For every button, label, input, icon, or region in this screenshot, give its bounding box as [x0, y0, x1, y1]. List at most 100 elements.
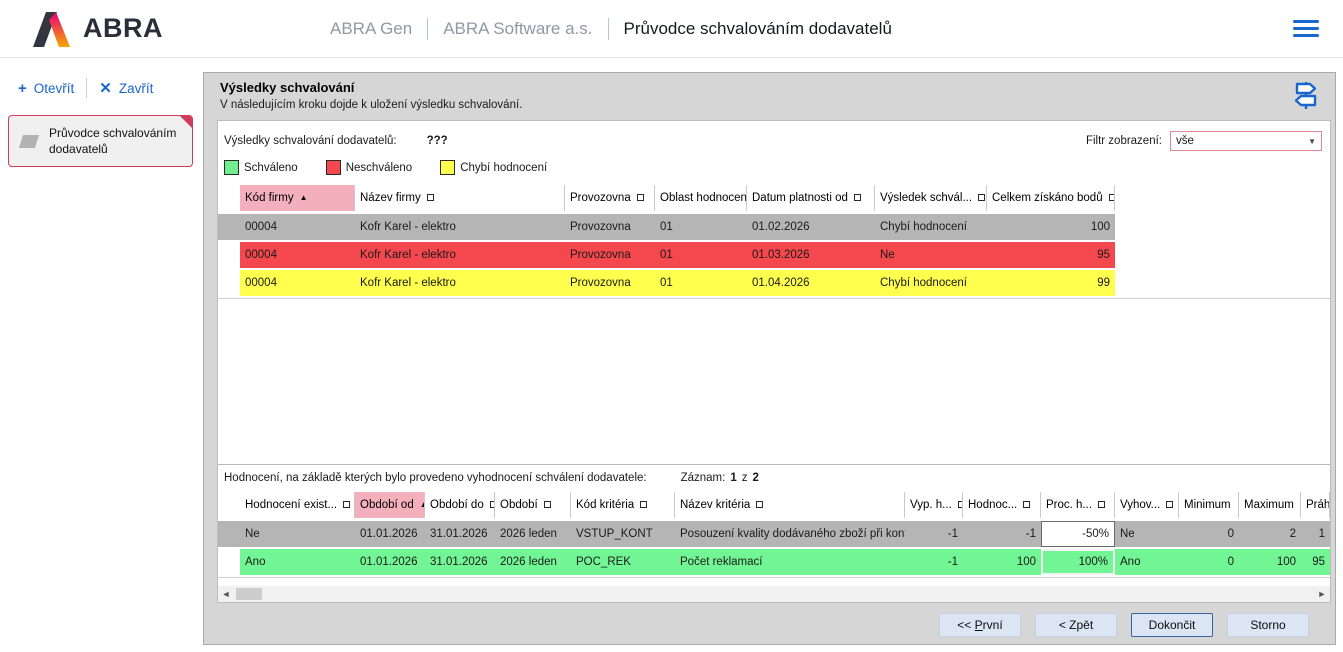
table-cell[interactable]: VSTUP_KONT — [571, 521, 675, 547]
table-cell[interactable]: 01 — [655, 242, 747, 268]
column-header[interactable]: Kód firmy▲ — [240, 185, 355, 211]
cancel-button[interactable]: Storno — [1227, 613, 1309, 637]
table-cell[interactable]: Kofr Karel - elektro — [355, 270, 565, 296]
scroll-right-icon[interactable]: ► — [1314, 586, 1330, 602]
step-content: Výsledky schvalování dodavatelů: ??? Fil… — [217, 120, 1331, 603]
table-cell[interactable]: -1 — [963, 521, 1041, 547]
table-row[interactable]: Ne01.01.202631.01.20262026 ledenVSTUP_KO… — [218, 521, 1330, 549]
table-cell[interactable]: 0 — [1179, 521, 1239, 547]
row-gutter-cell[interactable] — [218, 549, 240, 575]
table-cell[interactable]: -1 — [905, 549, 963, 575]
results-label: Výsledky schvalování dodavatelů: — [224, 135, 397, 147]
column-filter-box-icon — [854, 194, 861, 201]
table-cell[interactable]: 31.01.2026 — [425, 521, 495, 547]
table-cell[interactable]: 0 — [1179, 549, 1239, 575]
row-gutter-cell[interactable] — [218, 521, 240, 547]
table-cell[interactable]: 100 — [987, 214, 1115, 240]
table-row[interactable]: 00004Kofr Karel - elektroProvozovna0101.… — [218, 270, 1330, 298]
table-cell[interactable]: 2026 leden — [495, 521, 571, 547]
column-filter-box-icon — [640, 501, 647, 508]
table-cell[interactable]: Počet reklamací — [675, 549, 905, 575]
table-cell[interactable]: 100 — [1239, 549, 1301, 575]
table-cell[interactable]: Ano — [1115, 549, 1179, 575]
column-header[interactable]: Kód kritéria — [571, 492, 675, 518]
table-cell[interactable]: 2026 leden — [495, 549, 571, 575]
column-header[interactable]: Období do — [425, 492, 495, 518]
column-header[interactable]: Období — [495, 492, 571, 518]
scrollbar-thumb[interactable] — [236, 588, 262, 600]
row-gutter-cell[interactable] — [218, 242, 240, 268]
signpost-icon[interactable] — [1289, 79, 1321, 116]
table-cell[interactable]: -50% — [1041, 521, 1115, 547]
column-header[interactable]: Datum platnosti od — [747, 185, 875, 211]
table-cell[interactable]: 01.01.2026 — [355, 521, 425, 547]
table-cell[interactable]: 00004 — [240, 214, 355, 240]
column-header[interactable]: Oblast hodnocení — [655, 185, 747, 211]
table-cell[interactable]: 01 — [655, 270, 747, 296]
row-gutter-cell[interactable] — [218, 270, 240, 296]
table-cell[interactable]: 99 — [987, 270, 1115, 296]
table-cell[interactable]: 01 — [655, 214, 747, 240]
column-header[interactable]: Provozovna — [565, 185, 655, 211]
table-cell[interactable]: 95 — [1301, 549, 1330, 575]
table-cell[interactable]: -1 — [905, 521, 963, 547]
table-cell[interactable]: 01.02.2026 — [747, 214, 875, 240]
table-cell[interactable]: 01.03.2026 — [747, 242, 875, 268]
sidebar-item-wizard[interactable]: Průvodce schvalováním dodavatelů — [8, 115, 193, 167]
column-header[interactable]: Vyp. h... — [905, 492, 963, 518]
column-header[interactable]: Minimum — [1179, 492, 1239, 518]
menu-hamburger-icon[interactable] — [1293, 16, 1319, 41]
legend-color-swatch — [326, 160, 341, 175]
table-cell[interactable]: Ne — [240, 521, 355, 547]
close-label: Zavřít — [119, 81, 154, 96]
table-row[interactable]: 00004Kofr Karel - elektroProvozovna0101.… — [218, 214, 1330, 242]
column-header[interactable]: Vyhov... — [1115, 492, 1179, 518]
column-header[interactable]: Název firmy — [355, 185, 565, 211]
finish-button[interactable]: Dokončit — [1131, 613, 1213, 637]
column-header[interactable]: Proc. h... — [1041, 492, 1115, 518]
column-header[interactable]: Název kritéria — [675, 492, 905, 518]
table-cell[interactable]: Chybí hodnocení — [875, 270, 987, 296]
table-cell[interactable]: Kofr Karel - elektro — [355, 214, 565, 240]
row-gutter-cell[interactable] — [218, 214, 240, 240]
first-button[interactable]: << První — [939, 613, 1021, 637]
open-button[interactable]: + Otevřít — [18, 80, 74, 97]
table-cell[interactable]: Provozovna — [565, 214, 655, 240]
plus-icon: + — [18, 80, 27, 97]
table-cell[interactable]: 01.01.2026 — [355, 549, 425, 575]
back-button[interactable]: < Zpět — [1035, 613, 1117, 637]
table-cell[interactable]: Provozovna — [565, 242, 655, 268]
table-cell[interactable]: Provozovna — [565, 270, 655, 296]
table-row[interactable]: Ano01.01.202631.01.20262026 ledenPOC_REK… — [218, 549, 1330, 577]
horizontal-scrollbar[interactable]: ◄ ► — [218, 586, 1330, 602]
table-cell[interactable]: 1 — [1301, 521, 1330, 547]
scroll-left-icon[interactable]: ◄ — [218, 586, 234, 602]
table-row[interactable]: 00004Kofr Karel - elektroProvozovna0101.… — [218, 242, 1330, 270]
table-cell[interactable]: Ano — [240, 549, 355, 575]
column-header[interactable]: Období od▲ — [355, 492, 425, 518]
table-cell[interactable]: 00004 — [240, 242, 355, 268]
column-header[interactable]: Celkem získáno bodů — [987, 185, 1115, 211]
table-cell[interactable]: Posouzení kvality dodávaného zboží při k… — [675, 521, 905, 547]
filter-dropdown[interactable]: vše ▼ — [1170, 131, 1322, 151]
column-header[interactable]: Výsledek schvál... — [875, 185, 987, 211]
table-cell[interactable]: Chybí hodnocení — [875, 214, 987, 240]
table-cell[interactable]: 31.01.2026 — [425, 549, 495, 575]
table-cell[interactable]: 2 — [1239, 521, 1301, 547]
table-cell[interactable]: Kofr Karel - elektro — [355, 242, 565, 268]
table-cell[interactable]: Ne — [875, 242, 987, 268]
table-cell[interactable]: 100% — [1041, 549, 1115, 575]
table-cell[interactable]: POC_REK — [571, 549, 675, 575]
column-filter-box-icon — [637, 194, 644, 201]
ratings-caption: Hodnocení, na základě kterých bylo prove… — [224, 472, 647, 484]
column-header[interactable]: Maximum — [1239, 492, 1301, 518]
table-cell[interactable]: 00004 — [240, 270, 355, 296]
table-cell[interactable]: 95 — [987, 242, 1115, 268]
close-button[interactable]: ✕ Zavřít — [99, 79, 153, 97]
table-cell[interactable]: Ne — [1115, 521, 1179, 547]
table-cell[interactable]: 01.04.2026 — [747, 270, 875, 296]
column-header[interactable]: Práh — [1301, 492, 1330, 518]
column-header[interactable]: Hodnocení exist... — [240, 492, 355, 518]
column-header[interactable]: Hodnoc... — [963, 492, 1041, 518]
table-cell[interactable]: 100 — [963, 549, 1041, 575]
